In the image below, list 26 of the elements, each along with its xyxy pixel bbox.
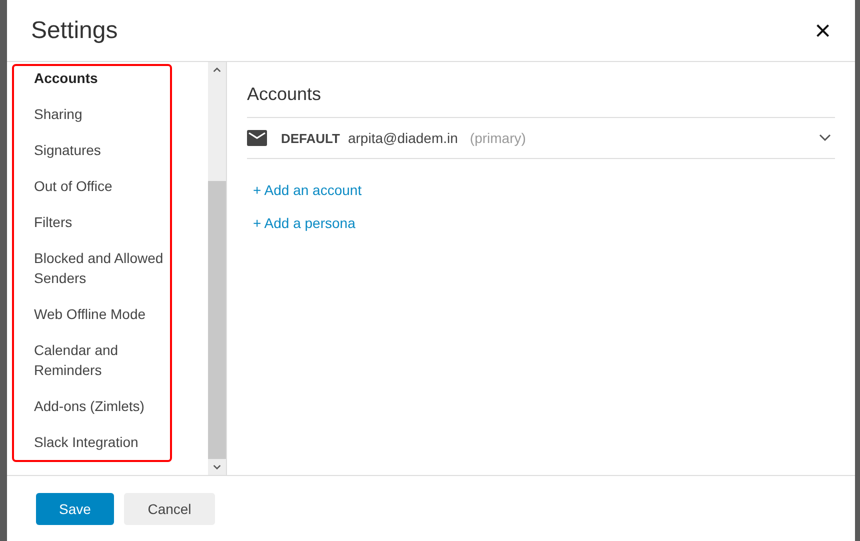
sidebar-item[interactable]: Signatures [34, 140, 174, 160]
sidebar-item[interactable]: Filters [34, 212, 174, 232]
close-button[interactable]: × [810, 16, 835, 44]
envelope-icon [247, 130, 267, 146]
dialog-title: Settings [31, 16, 118, 44]
sidebar-item[interactable]: Calendar and Reminders [34, 340, 174, 380]
sidebar-item[interactable]: Blocked and Allowed Senders [34, 248, 174, 288]
sidebar-item[interactable]: Sharing [34, 104, 174, 124]
scrollbar[interactable] [208, 62, 227, 475]
account-email: arpita@diadem.in [348, 130, 458, 146]
scroll-down-icon[interactable] [212, 463, 222, 471]
scroll-up-icon[interactable] [212, 66, 222, 74]
scroll-thumb[interactable] [208, 181, 226, 459]
sidebar-item[interactable]: Add-ons (Zimlets) [34, 396, 174, 416]
cancel-button[interactable]: Cancel [124, 492, 215, 524]
sidebar-item[interactable]: Web Offline Mode [34, 304, 174, 324]
account-tag: DEFAULT [281, 130, 340, 146]
sidebar-item[interactable]: Accounts [34, 68, 174, 88]
save-button[interactable]: Save [36, 492, 114, 524]
section-heading: Accounts [247, 84, 322, 105]
add-link[interactable]: + Add an account [253, 181, 835, 199]
add-link[interactable]: + Add a persona [253, 214, 835, 232]
chevron-icon[interactable] [819, 134, 831, 142]
sidebar-item[interactable]: Slack Integration [34, 432, 174, 452]
account-note: (primary) [470, 130, 526, 146]
sidebar-item[interactable]: Out of Office [34, 176, 174, 196]
